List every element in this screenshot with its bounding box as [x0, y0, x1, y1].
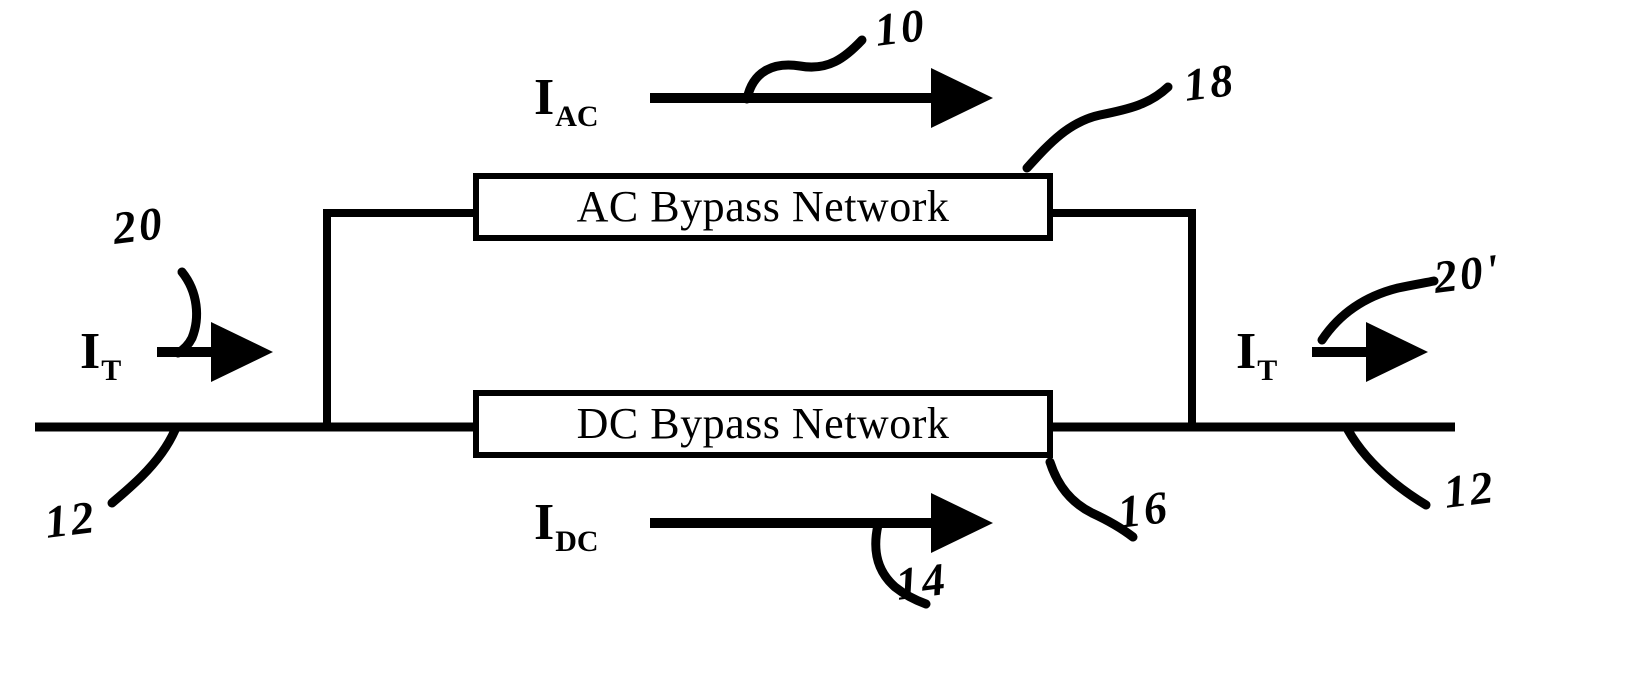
current-label-it-left: IT: [80, 323, 121, 386]
current-label-iac: IAC: [534, 69, 599, 132]
patent-figure: AC Bypass Network DC Bypass Network IAC …: [0, 0, 1629, 688]
current-label-idc: IDC: [534, 494, 599, 557]
wiring-layer: [35, 209, 1455, 432]
current-label-it-right: IT: [1236, 323, 1277, 386]
current-symbol-subscript: DC: [555, 525, 599, 559]
current-symbol-main: I: [1236, 323, 1257, 380]
leader-line-12-left: [107, 425, 180, 508]
leader-line-18: [1022, 82, 1173, 173]
reference-numeral-12-left: 12: [41, 490, 100, 548]
reference-numeral-18: 18: [1180, 53, 1239, 111]
leader-line-20-prime: [1317, 276, 1439, 345]
current-symbol-main: I: [534, 494, 555, 551]
current-symbol-main: I: [80, 323, 101, 380]
leader-line-20: [173, 267, 202, 358]
ac-bypass-network-block: AC Bypass Network: [473, 173, 1053, 241]
annotation-layer: [107, 35, 1439, 609]
current-symbol-main: I: [534, 69, 555, 126]
reference-numeral-12-right: 12: [1440, 460, 1499, 518]
leader-line-12-right: [1343, 425, 1431, 510]
dc-bypass-network-label: DC Bypass Network: [576, 399, 950, 448]
dc-bypass-network-block: DC Bypass Network: [473, 390, 1053, 458]
reference-numeral-10: 10: [871, 0, 930, 56]
leader-line-10: [742, 35, 867, 104]
right-riser-wire: [1053, 209, 1196, 427]
current-symbol-subscript: T: [101, 354, 122, 388]
current-symbol-subscript: T: [1257, 354, 1278, 388]
current-symbol-subscript: AC: [555, 100, 599, 134]
reference-numeral-16: 16: [1114, 480, 1173, 538]
reference-numeral-14: 14: [892, 552, 951, 610]
left-riser-wire: [323, 209, 473, 427]
reference-numeral-20: 20: [109, 196, 168, 254]
reference-numeral-20-prime: 20': [1430, 243, 1505, 303]
ac-bypass-network-label: AC Bypass Network: [576, 182, 950, 231]
